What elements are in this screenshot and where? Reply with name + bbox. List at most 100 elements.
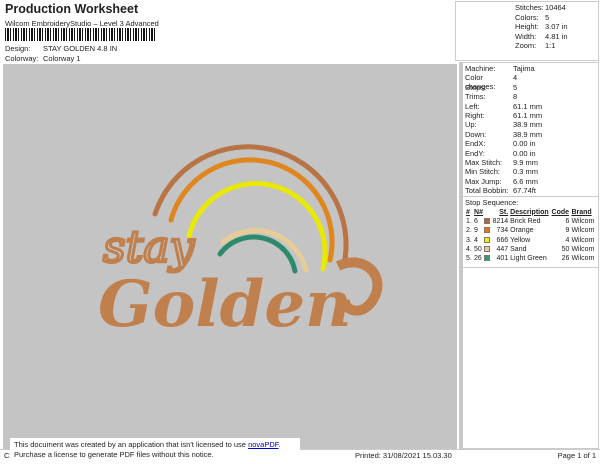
color-swatch — [483, 254, 491, 263]
page-title: Production Worksheet — [5, 2, 139, 16]
property-value: 0.3 mm — [513, 167, 539, 177]
property-value: 61.1 mm — [513, 110, 543, 120]
arc-yellow — [186, 181, 328, 272]
printed-timestamp: Printed: 31/08/2021 15.03.30 — [355, 451, 452, 460]
stop-description: Light Green — [510, 255, 547, 263]
property-value: 38.9 mm — [513, 120, 543, 130]
stat-value: 5 — [545, 12, 550, 22]
stop-n: 50 — [474, 245, 482, 253]
property-label: Down: — [465, 129, 487, 139]
stop-stitches: 666 — [496, 236, 509, 244]
stop-n: 9 — [474, 227, 478, 235]
stop-sequence-table: # N# St. Description Code Brand 1. 6 8214 B… — [465, 207, 596, 263]
color-swatch — [483, 235, 491, 244]
property-value: 8 — [513, 92, 518, 102]
color-swatch — [483, 245, 491, 254]
property-label: Color changes: — [465, 73, 496, 92]
stop-index: 5. — [466, 255, 472, 263]
property-row: Up: 38.9 mm — [465, 120, 598, 129]
table-row: 4. 50 447 Sand 50 Wilcom — [465, 245, 596, 254]
colorway-label: Colorway: — [5, 54, 39, 63]
property-value: 5 — [513, 82, 518, 92]
property-row: Min Stitch: 0.3 mm — [465, 167, 598, 176]
table-row: 5. 26 401 Light Green 26 Wilcom — [465, 254, 596, 263]
property-row: Machine: Tajima — [465, 64, 598, 73]
barcode — [5, 28, 155, 41]
property-value: 67.74ft — [513, 186, 536, 196]
design-value: STAY GOLDEN 4.8 IN — [43, 44, 118, 53]
stop-code: 50 — [561, 245, 570, 253]
col-brand: Brand — [571, 208, 592, 216]
stop-stitches: 734 — [496, 227, 509, 235]
stop-index: 1. — [466, 217, 472, 225]
stop-code: 4 — [565, 236, 570, 244]
property-value: 6.6 mm — [513, 176, 539, 186]
property-label: Max Stitch: — [465, 157, 503, 167]
property-label: Total Bobbin: — [465, 186, 509, 196]
notice-text-2: Purchase a license to generate PDF files… — [14, 450, 214, 459]
property-row: Max Stitch: 9.9 mm — [465, 158, 598, 167]
property-row: Down: 38.9 mm — [465, 130, 598, 139]
stop-brand: Wilcom — [571, 217, 595, 225]
stop-description: Orange — [510, 227, 534, 235]
stop-n: 4 — [474, 236, 478, 244]
stop-brand: Wilcom — [571, 227, 595, 235]
stop-stitches: 447 — [496, 245, 509, 253]
property-label: Up: — [465, 120, 477, 130]
col-index: # — [466, 208, 470, 216]
table-row: 3. 4 666 Yellow 4 Wilcom — [465, 235, 596, 244]
property-value: 0.00 in — [513, 139, 536, 149]
notice-period: . — [278, 440, 281, 449]
stat-label: Stitches: — [515, 3, 544, 12]
property-label: Min Stitch: — [465, 167, 501, 177]
stats-list: Stitches: 10464 Colors: 5 Height: 3.07 in W… — [515, 3, 568, 51]
stat-label: Height: — [515, 22, 539, 31]
stop-brand: Wilcom — [571, 255, 595, 263]
stop-index: 3. — [466, 236, 472, 244]
property-row: Total Bobbin: 67.74ft — [465, 186, 598, 195]
novapdf-link[interactable]: novaPDF — [248, 440, 278, 449]
stop-sequence-title: Stop Sequence: — [465, 198, 519, 208]
property-row: EndX: 0.00 in — [465, 139, 598, 148]
notice-text: This document was created by an applicat… — [14, 440, 249, 449]
embroidery-design: stay Golden — [98, 144, 383, 342]
property-value: 9.9 mm — [513, 157, 539, 167]
colorway-row: Colorway: Colorway 1 — [5, 54, 81, 63]
stop-index: 4. — [466, 245, 472, 253]
property-row: Max Jump: 6.6 mm — [465, 177, 598, 186]
design-label: Design: — [5, 44, 31, 53]
stat-value: 10464 — [545, 3, 566, 12]
property-label: Right: — [465, 110, 485, 120]
design-row: Design: STAY GOLDEN 4.8 IN — [5, 44, 117, 53]
table-row: 1. 6 8214 Brick Red 6 Wilcom — [465, 217, 596, 226]
stop-stitches: 401 — [496, 255, 509, 263]
app-subtitle: Wilcom EmbroideryStudio – Level 3 Advanc… — [5, 19, 159, 28]
design-preview: stay Golden — [3, 64, 457, 449]
property-value: Tajima — [513, 64, 535, 73]
property-label: Max Jump: — [465, 176, 502, 186]
property-value: 0.00 in — [513, 148, 536, 158]
property-row: Stops: 5 — [465, 83, 598, 92]
col-stitches: St. — [499, 208, 509, 216]
stop-n: 26 — [474, 255, 482, 263]
stat-label: Colors: — [515, 12, 539, 22]
property-row: Trims: 8 — [465, 92, 598, 101]
property-label: Left: — [465, 101, 480, 111]
stop-n: 6 — [474, 217, 478, 225]
property-row: Left: 61.1 mm — [465, 102, 598, 111]
stop-description: Sand — [510, 245, 527, 253]
stop-code: 6 — [565, 217, 570, 225]
stop-code: 26 — [561, 255, 570, 263]
col-n: N# — [474, 208, 483, 216]
property-label: Machine: — [465, 64, 496, 73]
property-row: EndY: 0.00 in — [465, 149, 598, 158]
details-panel: Machine: Tajima Color changes: 4 Stops: 5 Trim… — [459, 62, 599, 449]
stat-label: Zoom: — [515, 41, 537, 50]
colorway-value: Colorway 1 — [43, 54, 81, 63]
property-row: Right: 61.1 mm — [465, 111, 598, 120]
stop-description: Yellow — [510, 236, 531, 244]
stop-code: 9 — [565, 227, 570, 235]
property-value: 4 — [513, 73, 518, 83]
table-row: 2. 9 734 Orange 9 Wilcom — [465, 226, 596, 235]
property-label: Trims: — [465, 92, 486, 102]
